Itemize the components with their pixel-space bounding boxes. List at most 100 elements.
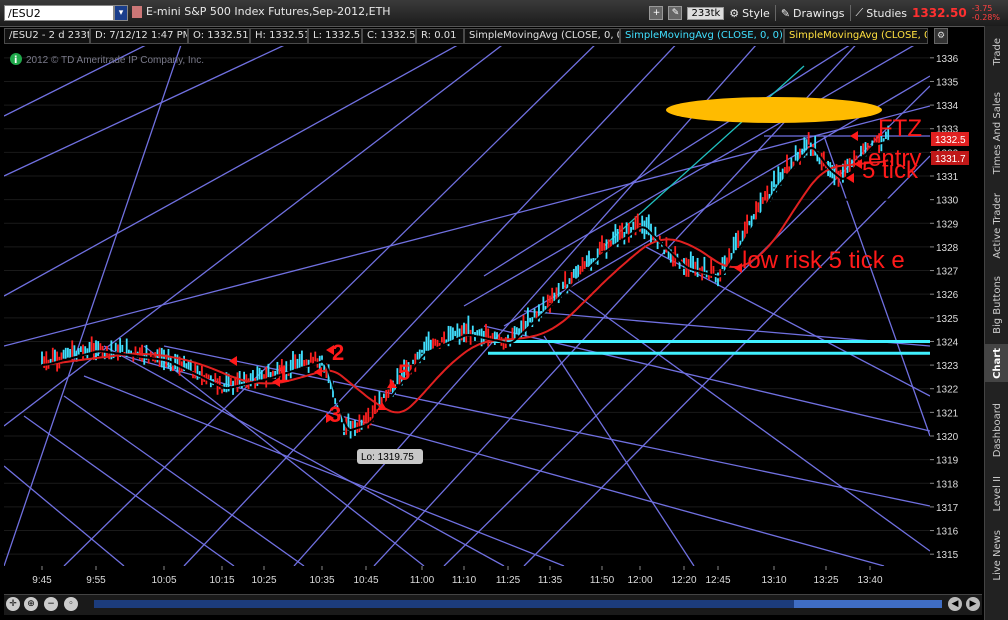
trendline: [523, 155, 930, 566]
scroll-right-icon[interactable]: ▶: [966, 597, 980, 611]
x-tick-label: 11:50: [590, 575, 615, 586]
sidebar-tab-label: Dashboard: [991, 402, 1003, 458]
price-point: [549, 302, 551, 305]
trendline: [103, 345, 505, 566]
chart-scrollbar[interactable]: ✛ ⊕ − ◦ ◀ ▶: [4, 594, 982, 615]
gear-icon: ⚙: [729, 6, 740, 20]
sidebar-tab-trade[interactable]: Trade: [985, 30, 1008, 74]
annotation-5: 5: [398, 360, 410, 385]
style-label: Style: [742, 6, 770, 20]
study-label-sma[interactable]: SimpleMovingAvg (CLOSE, 0, 0): [464, 28, 620, 44]
scroll-thumb[interactable]: [794, 600, 942, 608]
studies-button[interactable]: ⟋ Studies: [856, 6, 908, 20]
sidebar-tab-level-ii[interactable]: Level II: [985, 472, 1008, 516]
price-point: [807, 144, 810, 147]
sma-fast-line: [41, 140, 889, 432]
annotation-1: 1: [277, 362, 289, 387]
x-tick-label: 10:45: [353, 575, 378, 586]
style-button[interactable]: ⚙ Style: [729, 7, 770, 20]
x-tick-label: 12:45: [705, 575, 730, 586]
y-tick-label: 1327: [936, 267, 959, 278]
y-tick-label: 1317: [936, 503, 959, 514]
x-tick-label: 13:40: [857, 575, 882, 586]
signal-arrow: [387, 380, 397, 388]
trendline: [183, 46, 676, 566]
scroll-left-icon[interactable]: ◀: [948, 597, 962, 611]
sidebar-tab-label: Level II: [991, 476, 1003, 512]
x-tick-label: 12:20: [671, 575, 696, 586]
study-label-sma[interactable]: SimpleMovingAvg (CLOSE, 0, 0): [620, 28, 784, 44]
trendline: [4, 465, 125, 566]
x-tick-label: 10:05: [151, 575, 176, 586]
sidebar-tab-label: Live News: [991, 529, 1003, 581]
sidebar-tab-live-news[interactable]: Live News: [985, 524, 1008, 586]
drawings-button[interactable]: ✎ Drawings: [781, 7, 845, 20]
x-tick-label: 11:00: [410, 575, 435, 586]
price-change: -3.75 -0.28%: [972, 4, 1000, 22]
price-point: [639, 224, 641, 227]
signal-arrow: [229, 356, 237, 366]
watermark: i 2012 © TD Ameritrade IP Company, Inc.: [10, 53, 204, 66]
x-tick-label: 9:45: [32, 575, 52, 586]
sidebar-tab-label: Trade: [991, 38, 1003, 66]
zoom-reset-icon[interactable]: ◦: [64, 597, 78, 611]
info-date: D: 7/12/12 1:47 PM: [90, 28, 188, 44]
chart-info-bar: /ESU2 - 2 d 233t D: 7/12/12 1:47 PM O: 1…: [4, 28, 928, 44]
y-tick-label: 1329: [936, 219, 959, 230]
low-label: Lo: 1319.75: [357, 449, 423, 464]
y-tick-label: 1321: [936, 408, 959, 419]
price-point: [507, 343, 509, 345]
sidebar-tab-chart[interactable]: Chart: [985, 344, 1008, 382]
studies-icon: ⟋: [855, 6, 864, 19]
price-point: [463, 333, 465, 336]
price-point: [421, 352, 423, 355]
study-label-sma[interactable]: SimpleMovingAvg (CLOSE, 0,: [784, 28, 928, 44]
sidebar-tab-active-trader[interactable]: Active Trader: [985, 188, 1008, 264]
trendline: [293, 46, 757, 566]
info-high: H: 1332.51: [250, 28, 308, 44]
wrench-icon[interactable]: ✎: [668, 6, 683, 20]
info-icon-glyph: i: [14, 55, 17, 66]
last-price-tag-text: 1332.5: [935, 135, 966, 146]
watermark-text: 2012 © TD Ameritrade IP Company, Inc.: [26, 55, 204, 66]
symbol-dropdown-button[interactable]: ▾: [114, 5, 128, 21]
price-point: [41, 364, 43, 366]
y-tick-label: 1335: [936, 77, 959, 88]
price-point: [221, 387, 223, 390]
x-ticks: 9:45 9:55 10:05 10:15 10:25 10:35 10:45 11:00 11…: [32, 566, 883, 586]
instrument-title: E-mini S&P 500 Index Futures,Sep-2012,ET…: [146, 5, 391, 18]
y-tick-label: 1320: [936, 432, 959, 443]
zoom-out-icon[interactable]: −: [44, 597, 58, 611]
info-low: L: 1332.5: [308, 28, 362, 44]
aggregation-badge[interactable]: 233tk: [687, 6, 725, 20]
zoom-fit-icon[interactable]: ✛: [6, 597, 20, 611]
y-tick-label: 1318: [936, 479, 959, 490]
scroll-track[interactable]: [94, 600, 942, 608]
price-axis[interactable]: 1315 1316 1317 1318 1319 1320 1321 1322 1323 1324…: [930, 46, 982, 566]
y-tick-label: 1315: [936, 550, 959, 561]
sidebar-tab-times-and-sales[interactable]: Times And Sales: [985, 84, 1008, 182]
crosshair-icon[interactable]: +: [649, 6, 664, 20]
toolbar-divider: [849, 5, 851, 21]
price-chart[interactable]: i 2012 © TD Ameritrade IP Company, Inc. …: [4, 46, 930, 566]
y-tick-label: 1316: [936, 527, 959, 538]
signal-arrow: [850, 131, 858, 141]
trendline: [83, 375, 565, 566]
trendline: [4, 105, 930, 347]
y-ticks: 1315 1316 1317 1318 1319 1320 1321 1322 1323 1324…: [930, 54, 959, 561]
sidebar-tab-dashboard[interactable]: Dashboard: [985, 398, 1008, 462]
x-tick-label: 10:25: [251, 575, 276, 586]
symbol-input[interactable]: /ESU2: [4, 5, 114, 21]
chart-grid: [4, 57, 930, 555]
zoom-in-icon[interactable]: ⊕: [24, 597, 38, 611]
price-point: [773, 187, 775, 189]
sidebar-tab-big-buttons[interactable]: Big Buttons: [985, 270, 1008, 340]
chart-settings-icon[interactable]: ⚙: [934, 28, 948, 44]
change-abs: -3.75: [971, 4, 993, 13]
trendline: [63, 395, 305, 566]
chart-toolbar: /ESU2 ▾ E-mini S&P 500 Index Futures,Sep…: [0, 0, 1008, 27]
price-point: [95, 350, 97, 352]
sma-price-tag: 1331.7: [931, 151, 969, 165]
price-point: [321, 359, 323, 362]
y-tick-label: 1330: [936, 196, 959, 207]
